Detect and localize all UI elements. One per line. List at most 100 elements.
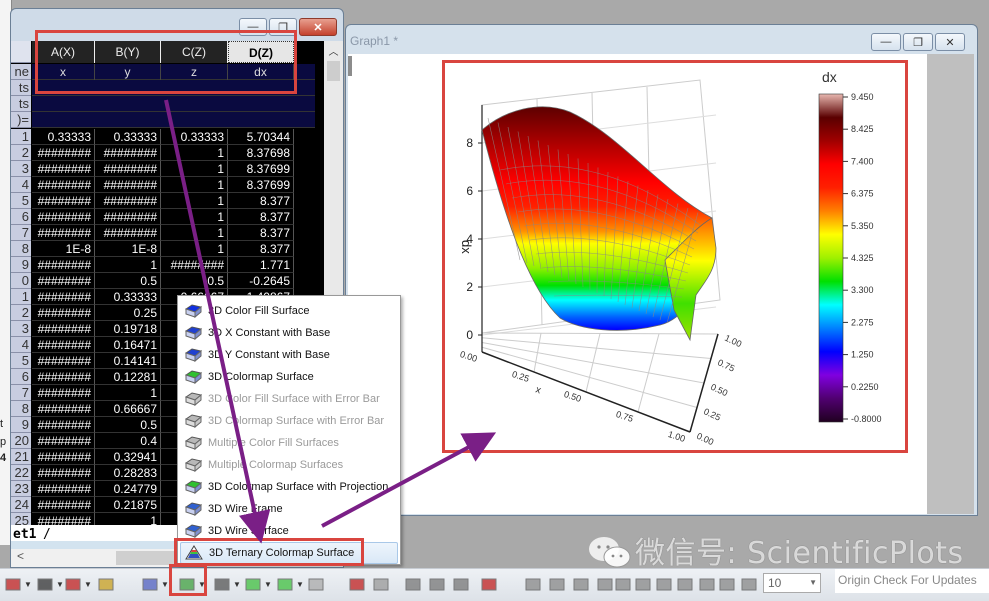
table-cell[interactable]: 1 [161,145,228,161]
meta-row-label[interactable]: )= [11,112,31,128]
table-cell[interactable]: 1 [95,513,161,525]
table-cell[interactable]: ######## [32,321,95,337]
template-alt-button[interactable] [372,574,390,594]
table-cell[interactable]: 0.5 [95,417,161,433]
scrollbar-thumb[interactable] [327,61,340,81]
row-number[interactable]: 22 [11,465,31,481]
menu-item[interactable]: 3D Colormap Surface [180,366,398,388]
table-cell[interactable]: 0.16471 [95,337,161,353]
table-cell[interactable]: 8.37699 [228,177,294,193]
stack-plot-button[interactable] [428,574,446,594]
row-number[interactable]: 8 [11,241,31,257]
table-cell[interactable]: 8.37698 [228,145,294,161]
table-cell[interactable]: 8.377 [228,193,294,209]
table-cell[interactable]: ######## [32,353,95,369]
table-cell[interactable]: 0.33333 [95,289,161,305]
row-number[interactable]: 3 [11,161,31,177]
column-button[interactable] [97,574,115,594]
menu-item[interactable]: 3D X Constant with Base [180,322,398,344]
tilt-left-button[interactable] [572,574,590,594]
table-cell[interactable]: 8.37699 [228,161,294,177]
table-cell[interactable]: 8.377 [228,241,294,257]
table-cell[interactable]: 0.4 [95,433,161,449]
table-cell[interactable]: 1E-8 [32,241,95,257]
table-cell[interactable]: 0.5 [161,273,228,289]
row-number[interactable]: 6 [11,369,31,385]
perspective-up-button[interactable] [614,574,632,594]
dropdown-caret-icon[interactable]: ▼ [233,580,241,589]
table-cell[interactable]: ######## [32,209,95,225]
table-cell[interactable]: 0.21875 [95,497,161,513]
table-cell[interactable]: ######## [95,225,161,241]
zoom-combo-box[interactable]: 10 ▼ [763,573,821,593]
candlestick-button[interactable]: ▼ [64,574,92,594]
table-cell[interactable]: ######## [32,337,95,353]
mask-button[interactable] [404,574,422,594]
meta-row-label[interactable]: ne [11,64,31,80]
scroll-up-icon[interactable]: ︿ [324,43,343,58]
table-cell[interactable]: ######## [32,401,95,417]
row-number[interactable]: 9 [11,417,31,433]
menu-item[interactable]: 3D Color Fill Surface with Error Bar [180,388,398,410]
table-cell[interactable]: 0.12281 [95,369,161,385]
close-button[interactable]: ✕ [299,18,337,36]
table-cell[interactable]: 0.32941 [95,449,161,465]
table-cell[interactable]: 0.5 [95,273,161,289]
fit-frame-button[interactable] [698,574,716,594]
table-cell[interactable]: ######## [32,385,95,401]
row-number[interactable]: 2 [11,305,31,321]
merge-graphs-button[interactable] [480,574,498,594]
polar-chart-button[interactable]: ▼ [36,574,64,594]
table-cell[interactable]: 1 [161,225,228,241]
table-cell[interactable]: ######## [95,145,161,161]
table-cell[interactable]: 1 [161,193,228,209]
restore-button[interactable]: ❐ [903,33,933,51]
table-cell[interactable]: 8.377 [228,225,294,241]
table-cell[interactable]: 0.33333 [161,129,228,145]
table-cell[interactable]: ######## [32,305,95,321]
row-number[interactable]: 2 [11,145,31,161]
row-number[interactable]: 0 [11,273,31,289]
table-cell[interactable]: 1 [161,161,228,177]
shear-button[interactable] [655,574,673,594]
rotate-right-button[interactable] [548,574,566,594]
dropdown-caret-icon[interactable]: ▼ [56,580,64,589]
table-cell[interactable]: ######## [95,209,161,225]
table-cell[interactable]: -0.2645 [228,273,294,289]
table-cell[interactable]: 0.25 [95,305,161,321]
row-number[interactable]: 25 [11,513,31,525]
row-number[interactable]: 5 [11,353,31,369]
heatmap-button[interactable]: ▼ [244,574,272,594]
table-cell[interactable]: ######## [32,433,95,449]
row-number[interactable]: 7 [11,385,31,401]
3d-scatter-button[interactable]: ▼ [213,574,241,594]
table-cell[interactable]: ######## [32,161,95,177]
area-chart-button[interactable]: ▼ [4,574,32,594]
table-cell[interactable]: ######## [32,465,95,481]
table-cell[interactable]: 0.33333 [32,129,95,145]
grid-corner[interactable] [11,41,31,63]
menu-item[interactable]: 3D Y Constant with Base [180,344,398,366]
tilt-right-button[interactable] [596,574,614,594]
dropdown-caret-icon[interactable]: ▼ [161,580,169,589]
table-cell[interactable]: ######## [32,273,95,289]
row-number[interactable]: 1 [11,129,31,145]
scroll-left-icon[interactable]: < [17,549,24,563]
table-cell[interactable]: 1 [161,209,228,225]
box-button[interactable] [740,574,758,594]
table-cell[interactable]: 1 [95,385,161,401]
table-cell[interactable]: ######## [32,449,95,465]
table-cell[interactable]: 0.14141 [95,353,161,369]
meta-row-label[interactable]: ts [11,80,31,96]
table-cell[interactable]: ######## [32,177,95,193]
row-number[interactable]: 9 [11,257,31,273]
template-button[interactable] [348,574,366,594]
perspective-down-button[interactable] [634,574,652,594]
table-cell[interactable]: ######## [95,161,161,177]
table-cell[interactable]: ######## [32,481,95,497]
table-cell[interactable]: 8.377 [228,209,294,225]
table-cell[interactable]: 1 [161,177,228,193]
table-cell[interactable]: ######## [32,145,95,161]
menu-item[interactable]: 3D Colormap Surface with Projection [180,476,398,498]
row-number[interactable]: 20 [11,433,31,449]
